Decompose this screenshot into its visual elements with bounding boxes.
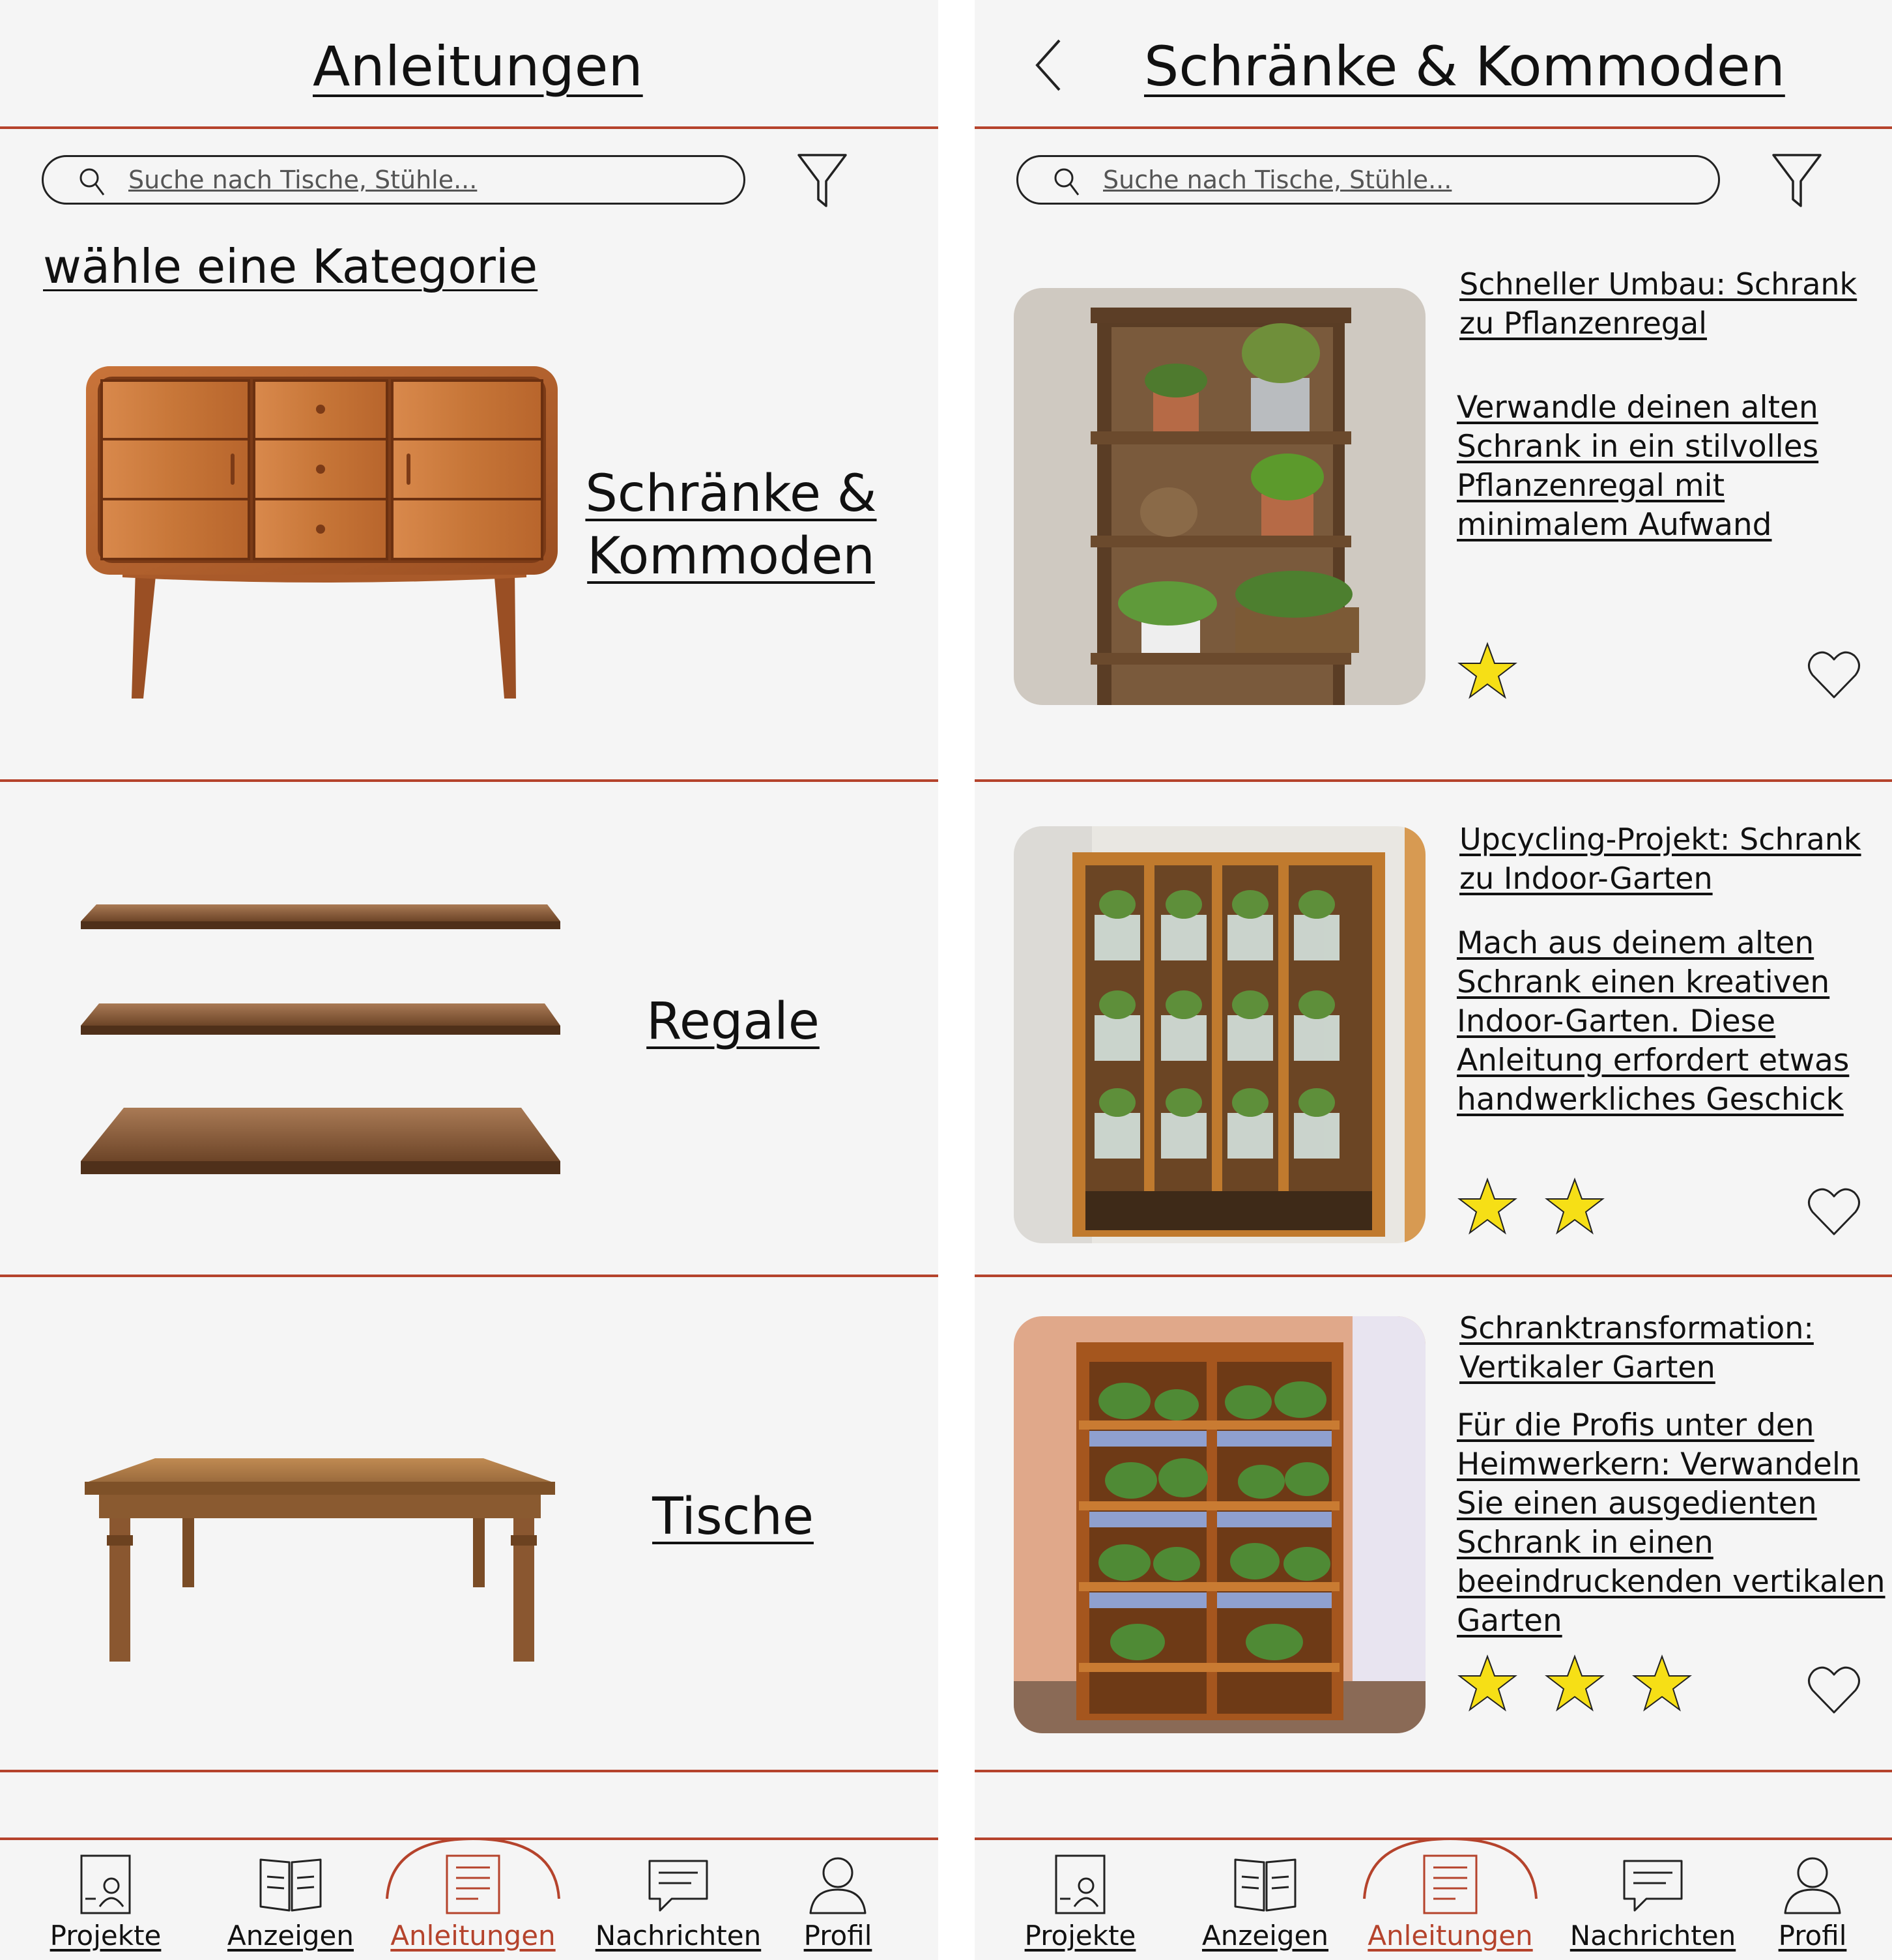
book-icon: [1234, 1858, 1297, 1912]
search-bar[interactable]: [1016, 155, 1720, 205]
table-image: [85, 1458, 555, 1662]
shelves-image: [81, 904, 560, 1174]
guide-title[interactable]: Schneller Umbau: Schrank zu Pflanzenrega…: [1459, 265, 1889, 343]
star-icon: [1545, 1654, 1605, 1712]
difficulty-rating: [1457, 1654, 1693, 1712]
card-divider: [975, 1275, 1892, 1277]
user-icon: [809, 1857, 867, 1914]
nav-label: Anzeigen: [227, 1920, 354, 1952]
page-title: Schränke & Kommoden: [1144, 35, 1785, 98]
user-icon: [1784, 1857, 1841, 1914]
category-divider: [0, 1275, 938, 1277]
card-divider: [975, 1770, 1892, 1772]
heart-icon[interactable]: [1806, 1186, 1862, 1238]
nav-label: Profil: [1778, 1920, 1847, 1952]
sideboard-image: [86, 366, 558, 699]
nav-label: Projekte: [1024, 1920, 1136, 1952]
category-label-shelves[interactable]: Regale: [625, 990, 840, 1053]
message-icon: [648, 1860, 708, 1912]
nav-label: Anleitungen: [1368, 1920, 1533, 1952]
card-divider: [975, 779, 1892, 782]
filter-icon[interactable]: [1771, 151, 1823, 210]
page-title: Anleitungen: [313, 35, 643, 98]
document-icon: [446, 1854, 500, 1914]
heart-icon[interactable]: [1806, 1664, 1862, 1716]
nav-label: Profil: [803, 1920, 872, 1952]
guides-list-screen: Schränke & Kommoden Suche nach Tische, S…: [975, 0, 1892, 1960]
category-divider: [0, 779, 938, 782]
search-input[interactable]: [1103, 161, 1689, 199]
bottom-navigation: Projekte Anzeigen Anleitungen Nachrichte…: [0, 1837, 938, 1960]
star-icon: [1457, 642, 1517, 699]
category-screen: Anleitungen wähle eine Kategorie: [0, 0, 938, 1960]
nav-item-profile[interactable]: Profil: [1760, 1853, 1865, 1960]
nav-item-listings[interactable]: Anzeigen: [1194, 1853, 1337, 1960]
category-label-tables[interactable]: Tische: [625, 1486, 840, 1548]
star-icon: [1457, 1654, 1517, 1712]
search-bar[interactable]: [42, 155, 745, 205]
bottom-navigation: Projekte Anzeigen Anleitungen Nachrichte…: [975, 1837, 1892, 1960]
back-arrow-icon[interactable]: [1032, 38, 1065, 93]
nav-item-projects[interactable]: Projekte: [34, 1853, 177, 1960]
projects-icon: [1055, 1854, 1106, 1914]
nav-item-listings[interactable]: Anzeigen: [219, 1853, 362, 1960]
nav-label: Projekte: [50, 1920, 162, 1952]
document-icon: [1423, 1854, 1478, 1914]
header-divider: [975, 126, 1892, 129]
star-icon: [1632, 1654, 1692, 1712]
nav-item-messages[interactable]: Nachrichten: [584, 1853, 773, 1960]
projects-icon: [80, 1854, 131, 1914]
nav-label: Nachrichten: [1570, 1920, 1736, 1952]
guide-description: Für die Profis unter den Heimwerkern: Ve…: [1457, 1407, 1885, 1639]
guide-title[interactable]: Upcycling-Projekt: Schrank zu Indoor-Gar…: [1459, 820, 1889, 898]
nav-item-projects[interactable]: Projekte: [1009, 1853, 1152, 1960]
book-icon: [259, 1858, 322, 1912]
star-icon: [1545, 1177, 1605, 1235]
guide-title[interactable]: Schranktransformation: Vertikaler Garten: [1459, 1308, 1889, 1387]
category-heading: wähle eine Kategorie: [43, 239, 538, 294]
nav-item-guides[interactable]: Anleitungen: [1366, 1853, 1535, 1960]
guide-thumbnail-plant-shelf: [1014, 288, 1426, 705]
filter-icon[interactable]: [796, 151, 848, 210]
category-label-cabinets[interactable]: Schränke & Kommoden: [581, 463, 881, 588]
difficulty-rating: [1457, 641, 1518, 700]
guide-thumbnail-vertical-garden: [1014, 1316, 1426, 1733]
guide-description: Verwandle deinen alten Schrank in ein st…: [1457, 390, 1819, 543]
nav-label: Anzeigen: [1201, 1920, 1329, 1952]
nav-item-messages[interactable]: Nachrichten: [1558, 1853, 1747, 1960]
header-divider: [0, 126, 938, 129]
nav-label: Anleitungen: [390, 1920, 556, 1952]
search-input[interactable]: [128, 161, 715, 199]
nav-item-profile[interactable]: Profil: [786, 1853, 890, 1960]
star-icon: [1457, 1177, 1517, 1235]
search-icon: [1054, 168, 1080, 195]
difficulty-rating: [1457, 1177, 1605, 1235]
guide-thumbnail-indoor-garden: [1014, 826, 1426, 1243]
message-icon: [1623, 1860, 1683, 1912]
category-divider: [0, 1770, 938, 1772]
nav-item-guides[interactable]: Anleitungen: [388, 1853, 558, 1960]
guide-description: Mach aus deinem alten Schrank einen krea…: [1457, 925, 1850, 1117]
search-icon: [79, 168, 105, 195]
nav-label: Nachrichten: [595, 1920, 762, 1952]
heart-icon[interactable]: [1806, 649, 1862, 701]
